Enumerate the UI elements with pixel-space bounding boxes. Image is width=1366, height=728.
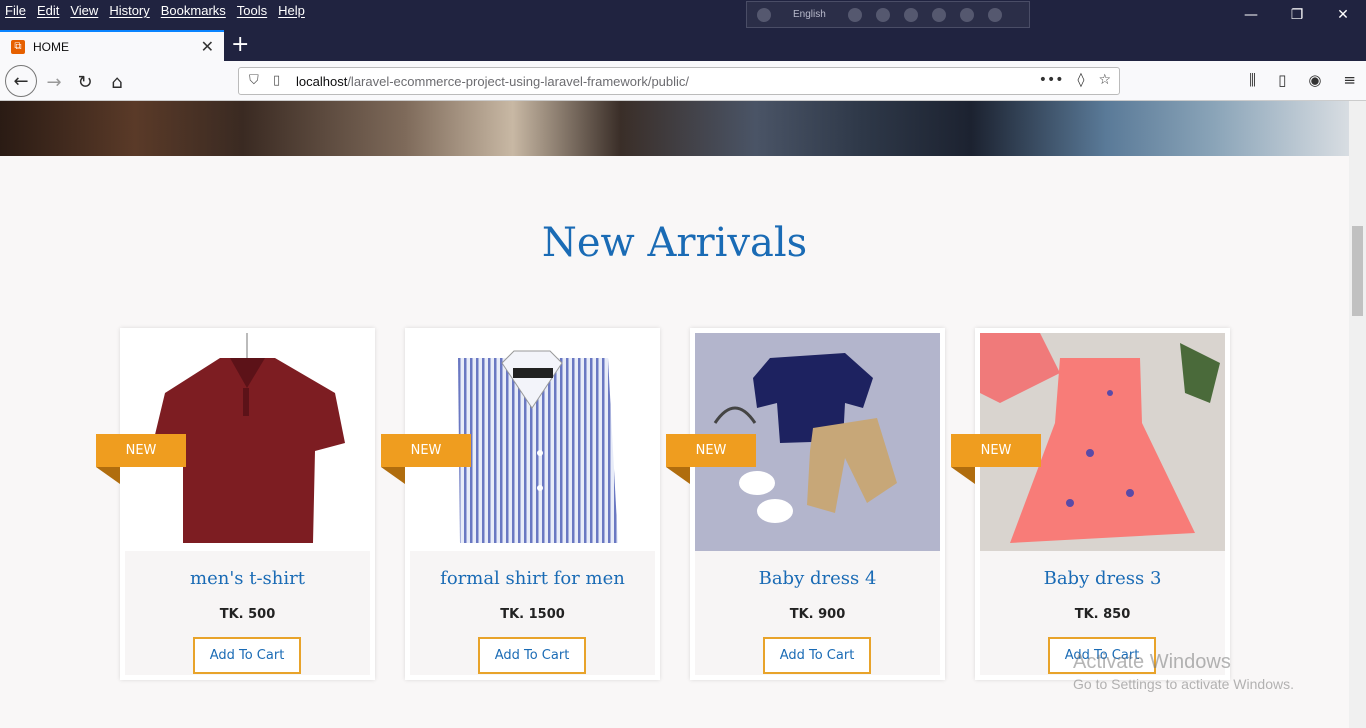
product-name[interactable]: Baby dress 3 — [980, 568, 1225, 589]
pocket-icon[interactable]: ◊ — [1078, 72, 1085, 88]
ie-icon[interactable] — [931, 7, 946, 22]
sidebar-icon[interactable]: ▯ — [1278, 71, 1286, 89]
gear-icon[interactable] — [903, 7, 918, 22]
hamburger-menu-icon[interactable]: ≡ — [1343, 71, 1356, 89]
close-window-button[interactable]: ✕ — [1320, 0, 1366, 30]
menu-history[interactable]: History — [109, 3, 149, 18]
tab-home[interactable]: ⧉ HOME ✕ — [0, 30, 224, 61]
add-to-cart-button[interactable]: Add To Cart — [193, 637, 301, 674]
product-info: men's t-shirt TK. 500 Add To Cart — [125, 551, 370, 675]
minimize-button[interactable]: — — [1228, 0, 1274, 30]
toolbar-right: ⫼ ▯ ◉ ≡ — [1249, 71, 1356, 89]
reload-button[interactable]: ↻ — [71, 68, 99, 96]
hat-icon[interactable] — [847, 7, 862, 22]
add-to-cart-button[interactable]: Add To Cart — [478, 637, 586, 674]
new-badge: NEW — [951, 434, 1041, 467]
title-bar: File Edit View History Bookmarks Tools H… — [0, 0, 1366, 30]
product-name[interactable]: formal shirt for men — [410, 568, 655, 589]
language-selector[interactable]: English — [793, 9, 826, 20]
help-icon[interactable] — [959, 7, 974, 22]
add-to-cart-button[interactable]: Add To Cart — [763, 637, 871, 674]
chess-icon[interactable] — [875, 7, 890, 22]
tab-strip: ⧉ HOME ✕ + — [0, 30, 1366, 61]
product-card: NEW Baby dress 3 TK. 850 Add To Cart — [951, 328, 1230, 680]
extension-logo-icon[interactable] — [757, 7, 771, 22]
url-path: /laravel-ecommerce-project-using-laravel… — [347, 73, 690, 89]
menu-help[interactable]: Help — [278, 3, 305, 18]
product-price: TK. 850 — [1074, 607, 1131, 622]
back-button[interactable]: ← — [5, 65, 37, 97]
bookmark-star-icon[interactable]: ☆ — [1098, 72, 1111, 88]
product-name[interactable]: men's t-shirt — [125, 568, 370, 589]
shield-icon[interactable]: ⛉ — [249, 73, 259, 88]
scrollbar-thumb[interactable] — [1352, 226, 1363, 316]
product-card: NEW men's t-shirt TK. 500 Add To Cart — [96, 328, 375, 680]
badge-fold — [381, 467, 405, 484]
url-host: localhost — [296, 73, 348, 89]
laravel-favicon-icon: ⧉ — [11, 39, 25, 54]
product-card: NEW Baby dress 4 TK. 900 Add To Cart — [666, 328, 945, 680]
menu-file[interactable]: File — [5, 3, 26, 18]
watermark-title: Activate Windows — [1073, 651, 1231, 673]
tab-title: HOME — [33, 39, 69, 54]
badge-fold — [666, 467, 690, 484]
home-button[interactable]: ⌂ — [103, 68, 131, 96]
product-price: TK. 500 — [219, 607, 276, 622]
product-info: formal shirt for men TK. 1500 Add To Car… — [410, 551, 655, 675]
tab-close-icon[interactable]: ✕ — [201, 37, 214, 56]
section-title: New Arrivals — [541, 220, 808, 266]
badge-fold — [951, 467, 975, 484]
menu-tools[interactable]: Tools — [237, 3, 267, 18]
product-name[interactable]: Baby dress 4 — [695, 568, 940, 589]
menu-edit[interactable]: Edit — [37, 3, 59, 18]
product-card: NEW formal shirt for men TK. 1500 Add To… — [381, 328, 660, 680]
url-text[interactable]: localhost/laravel-ecommerce-project-usin… — [296, 74, 689, 89]
new-badge: NEW — [666, 434, 756, 467]
account-icon[interactable]: ◉ — [1308, 71, 1321, 89]
windows-activation-watermark: Activate Windows Go to Settings to activ… — [1073, 651, 1294, 692]
new-badge: NEW — [381, 434, 471, 467]
url-actions: ••• ◊ ☆ — [1039, 72, 1111, 88]
product-price: TK. 900 — [789, 607, 846, 622]
badge-fold — [96, 467, 120, 484]
window-controls: — ❐ ✕ — [1228, 0, 1366, 30]
new-badge: NEW — [96, 434, 186, 467]
product-price: TK. 1500 — [500, 607, 565, 622]
page-scrollbar[interactable] — [1349, 101, 1366, 728]
library-icon[interactable]: ⫼ — [1249, 71, 1256, 89]
page-info-icon[interactable]: ▯ — [273, 73, 280, 88]
navigation-bar: ← → ↻ ⌂ ⛉ ▯ localhost/laravel-ecommerce-… — [0, 61, 1366, 101]
menu-bookmarks[interactable]: Bookmarks — [161, 3, 226, 18]
page-actions-icon[interactable]: ••• — [1039, 72, 1064, 88]
menu-bar: File Edit View History Bookmarks Tools H… — [5, 3, 305, 18]
menu-view[interactable]: View — [70, 3, 98, 18]
new-tab-button[interactable]: + — [231, 32, 249, 57]
url-bar[interactable]: ⛉ ▯ localhost/laravel-ecommerce-project-… — [238, 67, 1120, 95]
hero-banner-image — [0, 101, 1349, 156]
product-info: Baby dress 4 TK. 900 Add To Cart — [695, 551, 940, 675]
info-icon[interactable] — [987, 7, 1002, 22]
forward-button[interactable]: → — [40, 68, 68, 96]
extension-toolbar: English — [746, 1, 1030, 28]
restore-button[interactable]: ❐ — [1274, 0, 1320, 30]
watermark-subtitle: Go to Settings to activate Windows. — [1073, 676, 1294, 692]
